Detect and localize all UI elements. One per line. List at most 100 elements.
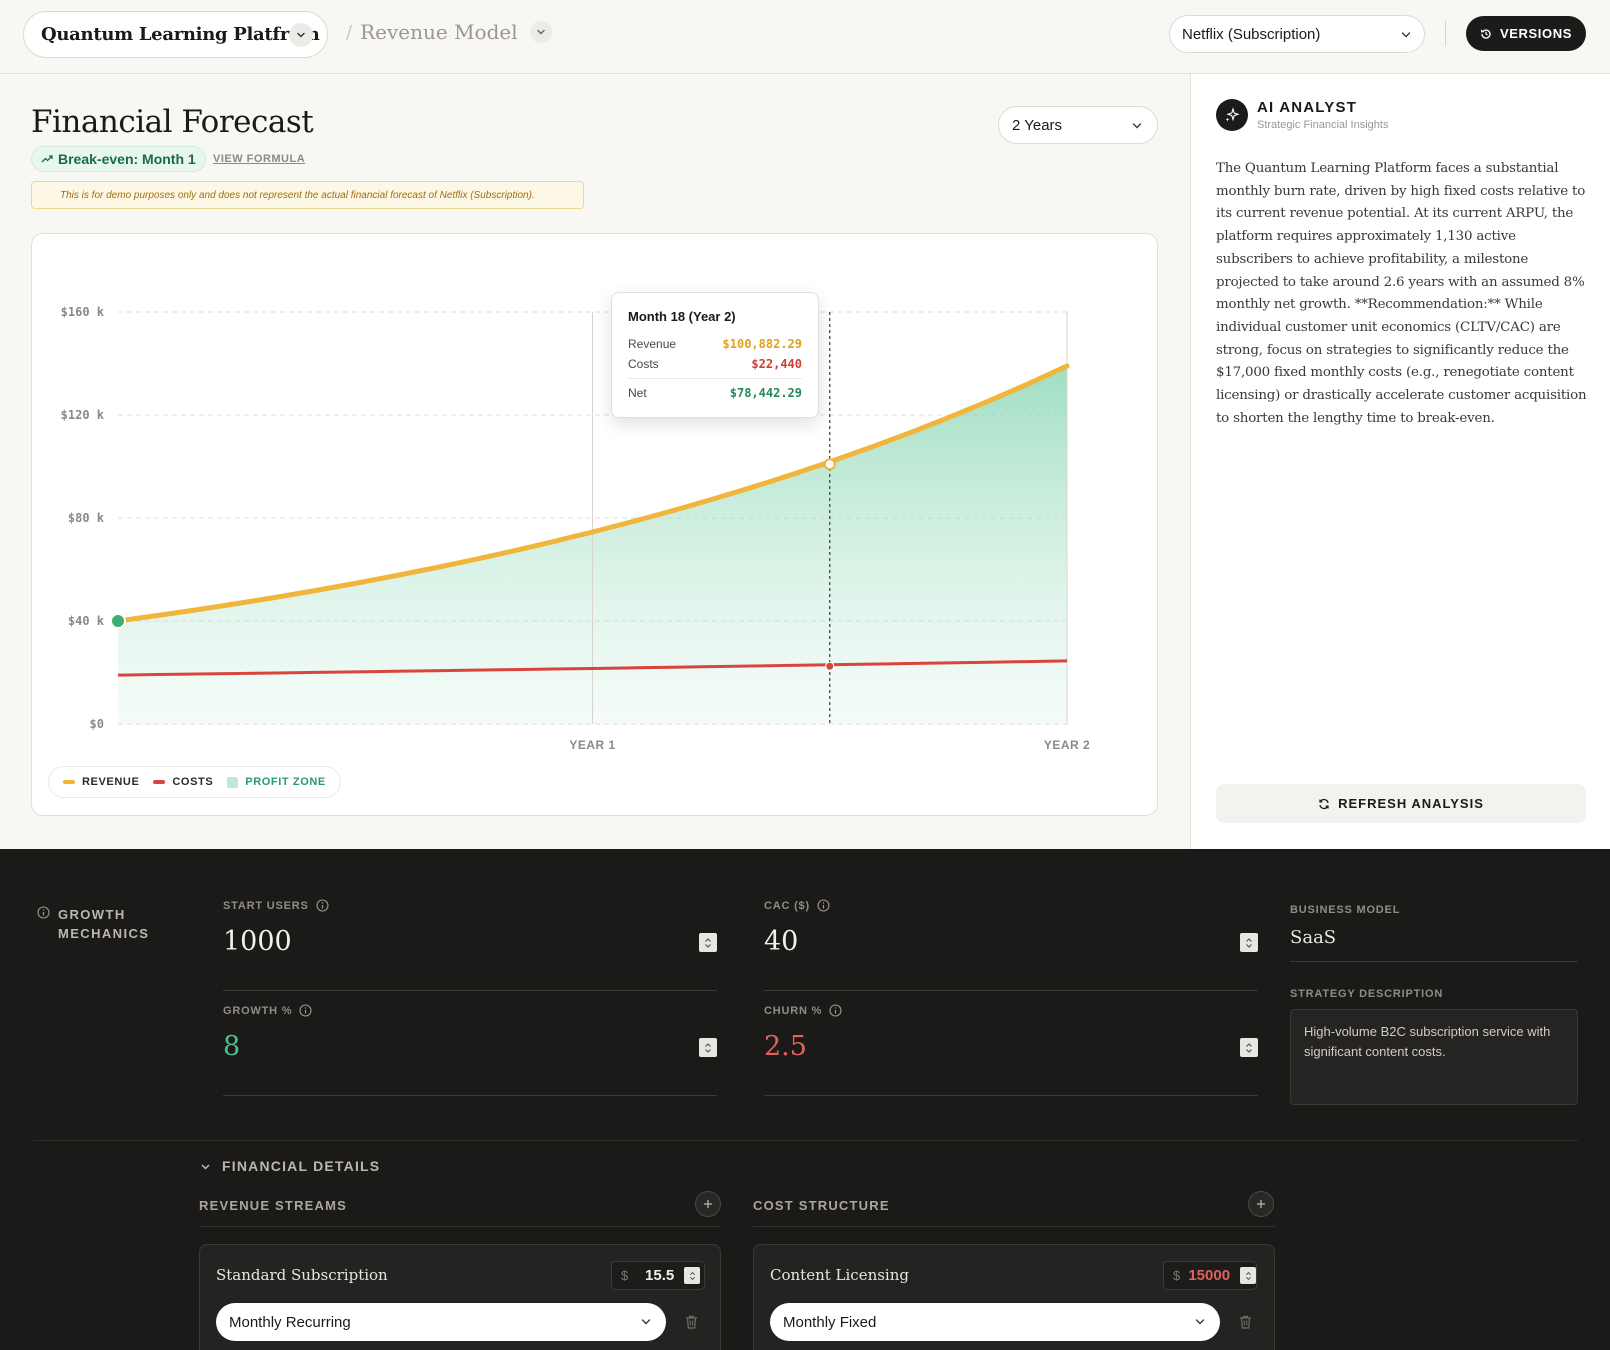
y-tick-label: $0 xyxy=(90,717,104,731)
churn-input[interactable]: 2.5 xyxy=(764,1031,1258,1071)
add-cost-button[interactable] xyxy=(1248,1191,1274,1217)
tooltip-costs-label: Costs xyxy=(628,357,659,371)
trash-icon[interactable] xyxy=(684,1314,699,1330)
revenue-stream-type-value: Monthly Recurring xyxy=(229,1313,351,1331)
legend-item-revenue[interactable]: REVENUE xyxy=(63,776,139,788)
breadcrumb-label[interactable]: Revenue Model xyxy=(360,20,518,44)
growth-label: GROWTH % xyxy=(223,1004,293,1017)
versions-button[interactable]: VERSIONS xyxy=(1466,16,1586,51)
legend-item-costs[interactable]: COSTS xyxy=(153,776,213,788)
cac-input[interactable]: 40 xyxy=(764,926,1258,966)
sparkle-icon xyxy=(1216,99,1248,131)
legend-swatch-revenue xyxy=(63,780,75,784)
legend-label-profit-zone: PROFIT ZONE xyxy=(245,776,326,788)
ai-analysis-text: The Quantum Learning Platform faces a su… xyxy=(1216,161,1587,426)
legend-swatch-profit-zone xyxy=(227,776,239,788)
legend-item-profit-zone[interactable]: PROFIT ZONE xyxy=(227,776,326,788)
legend-label-revenue: REVENUE xyxy=(82,776,140,788)
churn-field: CHURN % 2.5 xyxy=(764,1004,1258,1099)
header-divider xyxy=(1445,21,1446,46)
info-icon[interactable] xyxy=(316,899,329,912)
history-icon xyxy=(1480,28,1491,39)
costs-hover-point xyxy=(825,661,835,671)
cost-structure-divider xyxy=(753,1226,1275,1227)
revenue-stream-price-input[interactable]: 15.5 xyxy=(636,1267,674,1284)
chevron-down-icon[interactable] xyxy=(529,21,552,43)
tooltip-costs-row: Costs $22,440 xyxy=(628,354,802,374)
cost-item-type-select[interactable]: Monthly Fixed xyxy=(770,1303,1220,1341)
trash-icon[interactable] xyxy=(1238,1314,1253,1330)
cost-price-stepper[interactable] xyxy=(1240,1267,1256,1284)
ai-analyst-title: AI ANALYST xyxy=(1257,99,1358,116)
cac-label: CAC ($) xyxy=(764,899,810,912)
stepper-arrows-icon xyxy=(1246,937,1252,948)
growth-label-row: GROWTH % xyxy=(223,1004,717,1017)
tooltip-revenue-value: $100,882.29 xyxy=(722,337,802,351)
period-select[interactable]: 2 Years xyxy=(998,106,1158,144)
start-users-stepper[interactable] xyxy=(699,933,717,952)
y-tick-label: $160 k xyxy=(61,305,105,319)
y-tick-label: $40 k xyxy=(68,614,105,628)
revenue-price-stepper[interactable] xyxy=(684,1267,701,1284)
financial-details-label: FINANCIAL DETAILS xyxy=(222,1158,381,1174)
revenue-stream-price-field[interactable]: $ 15.5 xyxy=(611,1261,705,1290)
cost-item-name[interactable]: Content Licensing xyxy=(770,1266,909,1284)
tooltip-net-value: $78,442.29 xyxy=(729,386,802,400)
currency-symbol: $ xyxy=(1173,1268,1181,1283)
cost-item-price-input[interactable]: 15000 xyxy=(1188,1267,1230,1284)
start-users-label: START USERS xyxy=(223,899,309,912)
start-users-field: START USERS 1000 xyxy=(223,899,717,994)
break-even-badge: Break-even: Month 1 xyxy=(31,146,206,172)
legend-swatch-costs xyxy=(153,780,166,784)
controls-panel: GROWTH MECHANICS START USERS 1000 CAC ($… xyxy=(0,849,1610,1350)
chart-tooltip: Month 18 (Year 2) Revenue $100,882.29 Co… xyxy=(611,292,819,418)
growth-input[interactable]: 8 xyxy=(223,1031,717,1071)
revenue-stream-card: Standard Subscription $ 15.5 Monthly Rec… xyxy=(199,1244,721,1350)
forecast-chart-card: $160 k $120 k $80 k $40 k $0 YEAR 1 YEAR 2 Mon… xyxy=(31,233,1158,816)
revenue-stream-type-select[interactable]: Monthly Recurring xyxy=(216,1303,666,1341)
cost-item-type-value: Monthly Fixed xyxy=(783,1313,877,1331)
churn-stepper[interactable] xyxy=(1240,1038,1258,1057)
y-tick-label: $80 k xyxy=(68,511,105,525)
stepper-arrows-icon xyxy=(705,937,711,948)
cost-item-price-field[interactable]: $ 15000 xyxy=(1163,1261,1257,1290)
cac-stepper[interactable] xyxy=(1240,933,1258,952)
info-icon[interactable] xyxy=(817,899,830,912)
trending-up-icon xyxy=(41,155,53,163)
project-selector[interactable]: Quantum Learning Platfrom xyxy=(23,11,328,58)
business-model-input[interactable]: SaaS xyxy=(1290,927,1336,948)
currency-symbol: $ xyxy=(621,1268,629,1283)
plus-icon xyxy=(1257,1200,1265,1208)
chevron-down-icon xyxy=(1132,123,1142,129)
plus-icon xyxy=(704,1200,712,1208)
page-title: Financial Forecast xyxy=(31,104,314,140)
financial-details-toggle[interactable]: FINANCIAL DETAILS xyxy=(199,1158,380,1174)
chart-legend: REVENUE COSTS PROFIT ZONE xyxy=(48,766,341,798)
revenue-stream-name[interactable]: Standard Subscription xyxy=(216,1266,388,1284)
section-divider xyxy=(33,1140,1578,1141)
y-tick-label: $120 k xyxy=(61,408,105,422)
versions-label: VERSIONS xyxy=(1500,26,1572,41)
revenue-streams-title: REVENUE STREAMS xyxy=(199,1198,348,1213)
chevron-down-icon[interactable] xyxy=(289,23,313,47)
stepper-arrows-icon xyxy=(689,1271,695,1280)
period-select-value: 2 Years xyxy=(1012,116,1063,134)
business-model-underline xyxy=(1290,961,1578,962)
forecast-chart[interactable]: $160 k $120 k $80 k $40 k $0 YEAR 1 YEAR 2 xyxy=(32,234,1159,817)
x-tick-label: YEAR 1 xyxy=(569,738,615,752)
growth-stepper[interactable] xyxy=(699,1038,717,1057)
refresh-icon xyxy=(1319,798,1329,809)
view-formula-link[interactable]: VIEW FORMULA xyxy=(213,153,305,165)
churn-label-row: CHURN % xyxy=(764,1004,1258,1017)
info-icon[interactable] xyxy=(299,1004,312,1017)
model-select[interactable]: Netflix (Subscription) xyxy=(1169,15,1425,53)
info-icon xyxy=(37,906,50,919)
business-model-label: BUSINESS MODEL xyxy=(1290,904,1401,916)
tooltip-revenue-label: Revenue xyxy=(628,337,677,351)
info-icon[interactable] xyxy=(829,1004,842,1017)
start-users-input[interactable]: 1000 xyxy=(223,926,717,966)
strategy-description-textarea[interactable]: High-volume B2C subscription service wit… xyxy=(1290,1009,1578,1105)
refresh-analysis-button[interactable]: REFRESH ANALYSIS xyxy=(1216,784,1586,823)
add-revenue-stream-button[interactable] xyxy=(695,1191,721,1217)
growth-underline xyxy=(223,1095,717,1096)
